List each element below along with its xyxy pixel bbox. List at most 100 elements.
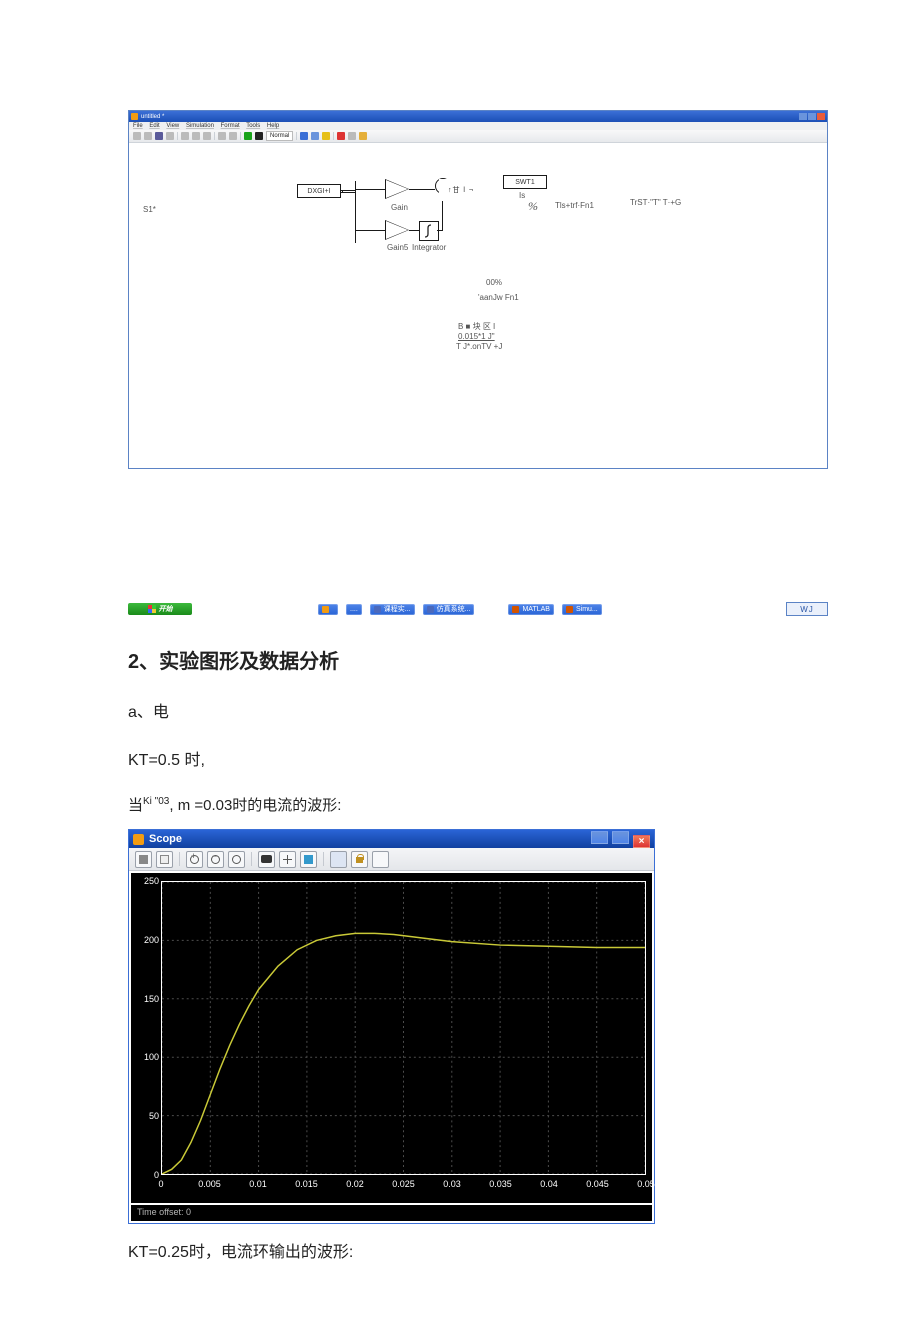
close-button[interactable]: × (633, 835, 650, 848)
minimize-button[interactable] (591, 831, 608, 844)
block-output[interactable]: SWT1 (503, 175, 547, 189)
maximize-button[interactable] (612, 831, 629, 844)
simulink-canvas[interactable]: S1* DXGI+I Gain Gain5 (129, 143, 827, 468)
zoom-xy-icon[interactable] (228, 851, 245, 868)
menu-format[interactable]: Format (221, 123, 240, 129)
refresh-icon[interactable] (348, 132, 356, 140)
cut-icon[interactable] (181, 132, 189, 140)
menu-edit[interactable]: Edit (149, 123, 159, 129)
out-percent: % (528, 199, 538, 214)
simulink-menubar[interactable]: File Edit View Simulation Format Tools H… (129, 122, 827, 130)
wire (341, 192, 355, 193)
scope-plot[interactable]: 05010015020025000.0050.010.0150.020.0250… (131, 873, 652, 1203)
open-icon[interactable] (144, 132, 152, 140)
zoom-in-icon[interactable] (186, 851, 203, 868)
gain5-block[interactable] (385, 220, 409, 240)
zoom-out-icon[interactable] (207, 851, 224, 868)
simulink-titlebar[interactable]: untitled * (129, 111, 827, 122)
taskbar-item[interactable]: Simu... (562, 604, 602, 615)
print-icon[interactable] (166, 132, 174, 140)
axes (161, 881, 646, 1175)
undo-icon[interactable] (218, 132, 226, 140)
sim-mode-field[interactable]: Normal (266, 131, 293, 141)
lower-l2: 0.015*1 J" (458, 332, 495, 341)
system-tray[interactable]: WJ (786, 602, 828, 616)
taskbar-item[interactable] (318, 604, 338, 615)
step-block-label: S1* (143, 205, 156, 214)
scope-titlebar[interactable]: Scope × (129, 830, 654, 848)
lower-l1: B ■ 块 区 I (458, 321, 495, 332)
tray-text: WJ (800, 605, 814, 614)
block-output-text: SWT1 (515, 179, 534, 186)
save-icon[interactable] (155, 132, 163, 140)
y-tick-label: 50 (133, 1111, 159, 1121)
autoscale-icon[interactable] (279, 851, 296, 868)
menu-help[interactable]: Help (267, 123, 279, 129)
simulink-window: untitled * File Edit View Simulation For… (128, 110, 828, 469)
integrator-block[interactable] (419, 221, 439, 241)
para-curve-sup: Ki "03 (143, 796, 169, 807)
scope-title: Scope (149, 833, 182, 845)
x-tick-label: 0.02 (346, 1179, 364, 1189)
wire (409, 189, 435, 190)
menu-simulation[interactable]: Simulation (186, 123, 214, 129)
play-icon[interactable] (244, 132, 252, 140)
taskbar-item[interactable]: 课程实... (370, 604, 415, 615)
taskbar-item[interactable]: .... (346, 604, 362, 615)
matlab-icon (131, 113, 138, 120)
lib-icon[interactable] (300, 132, 308, 140)
gain5-label: Gain5 (387, 243, 408, 252)
signal-select-icon[interactable] (372, 851, 389, 868)
out-port-label: Is (519, 191, 525, 200)
sep (251, 852, 252, 866)
block-mid[interactable]: ↑甘 l ¬ (439, 179, 483, 201)
save-axes-icon[interactable] (300, 851, 317, 868)
menu-view[interactable]: View (166, 123, 179, 129)
tf2-label: TrST·"T" T·+G (630, 198, 681, 207)
menu-tools[interactable]: Tools (246, 123, 260, 129)
menu-file[interactable]: File (133, 123, 143, 129)
windows-taskbar[interactable]: 开始 .... 课程实... 仿真系统... MATLAB Simu... WJ (128, 601, 828, 617)
print-icon[interactable] (135, 851, 152, 868)
taskbar-item-label: 仿真系统... (437, 604, 471, 614)
new-icon[interactable] (133, 132, 141, 140)
x-tick-label: 0.05 (637, 1179, 655, 1189)
simulink-title: untitled * (141, 114, 164, 120)
window-controls[interactable] (799, 113, 825, 120)
paste-icon[interactable] (203, 132, 211, 140)
wire (409, 230, 419, 231)
minimize-button[interactable] (799, 113, 807, 120)
sep (214, 132, 215, 140)
x-tick-label: 0.045 (586, 1179, 609, 1189)
sep (177, 132, 178, 140)
copy-icon[interactable] (192, 132, 200, 140)
parameters-icon[interactable] (156, 851, 173, 868)
stop-icon[interactable] (255, 132, 263, 140)
build-icon[interactable] (337, 132, 345, 140)
para-kt: KT=0.5 时, (128, 746, 792, 770)
window-controls[interactable]: × (590, 831, 650, 848)
block-input[interactable]: DXGI+I (297, 184, 341, 198)
maximize-button[interactable] (808, 113, 816, 120)
redo-icon[interactable] (229, 132, 237, 140)
taskbar-item-label: 课程实... (384, 604, 411, 614)
binoculars-icon[interactable] (258, 851, 275, 868)
taskbar-item-label: Simu... (576, 606, 598, 613)
lock-axes-icon[interactable] (351, 851, 368, 868)
x-tick-label: 0.035 (489, 1179, 512, 1189)
simulink-toolbar[interactable]: Normal (129, 130, 827, 143)
close-button[interactable] (817, 113, 825, 120)
help-icon[interactable] (359, 132, 367, 140)
scope-toolbar[interactable] (129, 848, 654, 871)
start-label: 开始 (159, 604, 173, 614)
debug-icon[interactable] (322, 132, 330, 140)
app-icon (322, 606, 329, 613)
start-button[interactable]: 开始 (128, 603, 192, 615)
taskbar-item[interactable]: MATLAB (508, 604, 554, 615)
word-icon (374, 606, 381, 613)
scope-footer: Time offset: 0 (131, 1205, 652, 1221)
model-icon[interactable] (311, 132, 319, 140)
float-icon[interactable] (330, 851, 347, 868)
taskbar-item[interactable]: 仿真系统... (423, 604, 475, 615)
gain-block[interactable] (385, 179, 409, 199)
